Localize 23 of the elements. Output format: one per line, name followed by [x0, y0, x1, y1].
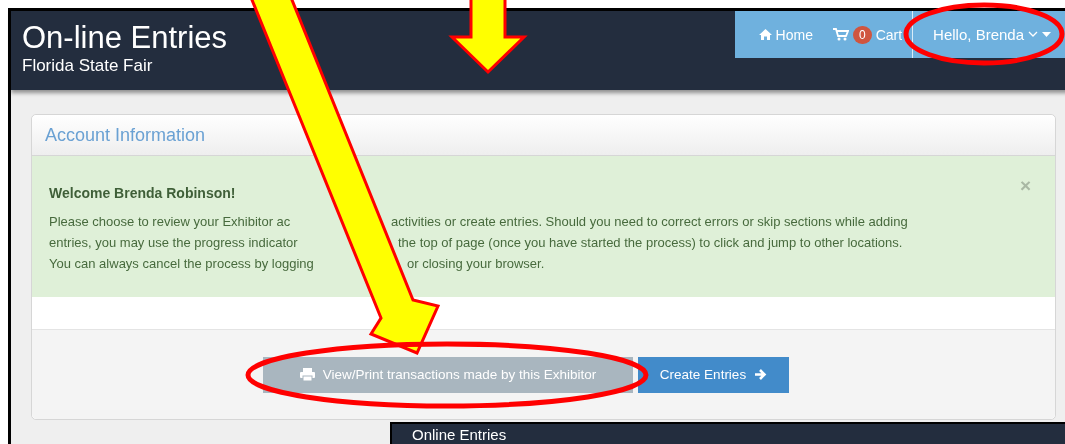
alert-message: You can always cancel the process by logging — [49, 255, 314, 273]
alert-message: Please choose to review your Exhibitor ac — [49, 213, 291, 231]
window-title: Online Entries — [412, 426, 507, 443]
alert-message: the top of page (once you have started the process) to click and jump to other locations. — [398, 234, 903, 252]
alert-heading: Welcome Brenda Robinson! — [49, 185, 236, 201]
caret-icon — [1042, 32, 1051, 37]
create-entries-button[interactable]: Create Entries — [638, 356, 789, 393]
chevron-icon — [1028, 31, 1038, 38]
user-menu[interactable]: Hello, Brenda — [912, 11, 1065, 58]
home-link[interactable]: Home — [748, 11, 823, 58]
cart-count-badge: 0 — [852, 25, 872, 44]
alert-message: activities or create entries. Should you need to correct errors or skip sections while adding — [391, 213, 908, 231]
site-title: On-line Entries — [22, 20, 228, 56]
printer-icon — [299, 368, 315, 381]
cart-icon — [832, 28, 849, 41]
home-icon — [758, 29, 772, 40]
site-subtitle: Florida State Fair — [22, 56, 153, 76]
alert-message: or closing your browser. — [407, 255, 545, 273]
cart-link[interactable]: 0 Cart — [822, 11, 913, 58]
view-print-button[interactable]: View/Print transactions made by this Exhibitor — [263, 356, 633, 393]
alert-message: entries, you may use the progress indicator — [49, 234, 298, 252]
close-button[interactable]: × — [1013, 174, 1037, 198]
arrow-right-icon — [754, 368, 768, 381]
